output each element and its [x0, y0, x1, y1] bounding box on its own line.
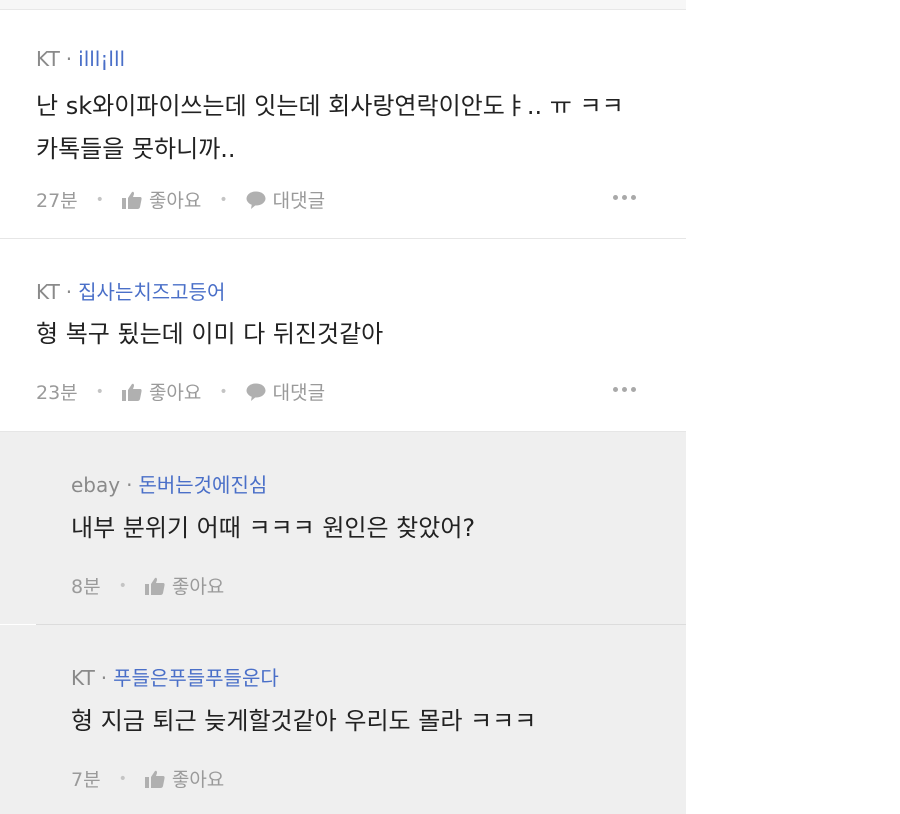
- top-strip: [0, 0, 686, 9]
- more-icon[interactable]: [613, 195, 636, 200]
- comment-feed: KT · illl¡lll 난 sk와이파이쓰는데 잇는데 회사랑연락이안도ㅑ.. …: [0, 0, 686, 814]
- comment-meta: KT · illl¡lll: [36, 47, 126, 71]
- like-label: 좋아요: [148, 382, 202, 404]
- reply-meta: KT · 푸들은푸들푸들운다: [71, 666, 279, 690]
- reply-item: KT · 푸들은푸들푸들운다 형 지금 퇴근 늦게할것같아 우리도 몰라 ㅋㅋㅋ 7…: [0, 625, 686, 814]
- comment-text: 난 sk와이파이쓰는데 잇는데 회사랑연락이안도ㅑ.. ㅠ ㅋㅋ 카톡들을 못하…: [36, 85, 624, 171]
- comment-actions: 23분 • 좋아요 • 대댓글: [36, 378, 325, 405]
- timestamp: 8분: [71, 576, 101, 598]
- reply-meta: ebay · 돈버는것에진심: [71, 473, 268, 497]
- reply-actions: 8분 • 좋아요: [71, 572, 224, 599]
- comment-meta: KT · 집사는치즈고등어: [36, 280, 226, 304]
- telecom-label: ebay: [71, 473, 121, 497]
- reply-text-line: 내부 분위기 어때 ㅋㅋㅋ 원인은 찾았어?: [71, 514, 476, 542]
- timestamp: 23분: [36, 382, 78, 404]
- thumbs-up-icon: [121, 383, 142, 401]
- comment-text-line: 난 sk와이파이쓰는데 잇는데 회사랑연락이안도ㅑ.. ㅠ ㅋㅋ: [36, 92, 624, 120]
- telecom-label: KT: [36, 47, 60, 71]
- like-button[interactable]: 좋아요: [121, 378, 202, 405]
- telecom-label: KT: [71, 666, 95, 690]
- comment-actions: 27분 • 좋아요 • 대댓글: [36, 186, 325, 213]
- telecom-label: KT: [36, 280, 60, 304]
- reply-item: ebay · 돈버는것에진심 내부 분위기 어때 ㅋㅋㅋ 원인은 찾았어? 8분 •…: [0, 432, 686, 624]
- reply-button[interactable]: 대댓글: [246, 378, 325, 405]
- comment-text-line: 형 복구 됬는데 이미 다 뒤진것같아: [36, 320, 384, 348]
- author-name[interactable]: 집사는치즈고등어: [78, 280, 225, 304]
- speech-bubble-icon: [246, 383, 266, 401]
- speech-bubble-icon: [246, 191, 266, 209]
- author-name[interactable]: illl¡lll: [78, 47, 125, 71]
- thumbs-up-icon: [144, 577, 165, 595]
- reply-label: 대댓글: [272, 190, 326, 212]
- comment-item: KT · 집사는치즈고등어 형 복구 됬는데 이미 다 뒤진것같아 23분 • 좋아…: [0, 239, 686, 431]
- thumbs-up-icon: [121, 191, 142, 209]
- reply-text-line: 형 지금 퇴근 늦게할것같아 우리도 몰라 ㅋㅋㅋ: [71, 707, 537, 735]
- comment-text: 형 복구 됬는데 이미 다 뒤진것같아: [36, 313, 383, 356]
- more-icon[interactable]: [613, 387, 636, 392]
- reply-text: 내부 분위기 어때 ㅋㅋㅋ 원인은 찾았어?: [71, 507, 475, 550]
- comment-text-line: 카톡들을 못하니까..: [36, 135, 236, 163]
- author-name[interactable]: 푸들은푸들푸들운다: [113, 666, 279, 690]
- author-name[interactable]: 돈버는것에진심: [138, 473, 267, 497]
- reply-actions: 7분 • 좋아요: [71, 765, 224, 792]
- like-button[interactable]: 좋아요: [144, 572, 225, 599]
- like-label: 좋아요: [148, 190, 202, 212]
- timestamp: 27분: [36, 190, 78, 212]
- thumbs-up-icon: [144, 770, 165, 788]
- like-button[interactable]: 좋아요: [121, 186, 202, 213]
- timestamp: 7분: [71, 769, 101, 791]
- comment-item: KT · illl¡lll 난 sk와이파이쓰는데 잇는데 회사랑연락이안도ㅑ.. …: [0, 10, 686, 238]
- like-label: 좋아요: [171, 769, 225, 791]
- reply-label: 대댓글: [272, 382, 326, 404]
- like-label: 좋아요: [171, 576, 225, 598]
- reply-button[interactable]: 대댓글: [246, 186, 325, 213]
- like-button[interactable]: 좋아요: [144, 765, 225, 792]
- reply-text: 형 지금 퇴근 늦게할것같아 우리도 몰라 ㅋㅋㅋ: [71, 700, 536, 743]
